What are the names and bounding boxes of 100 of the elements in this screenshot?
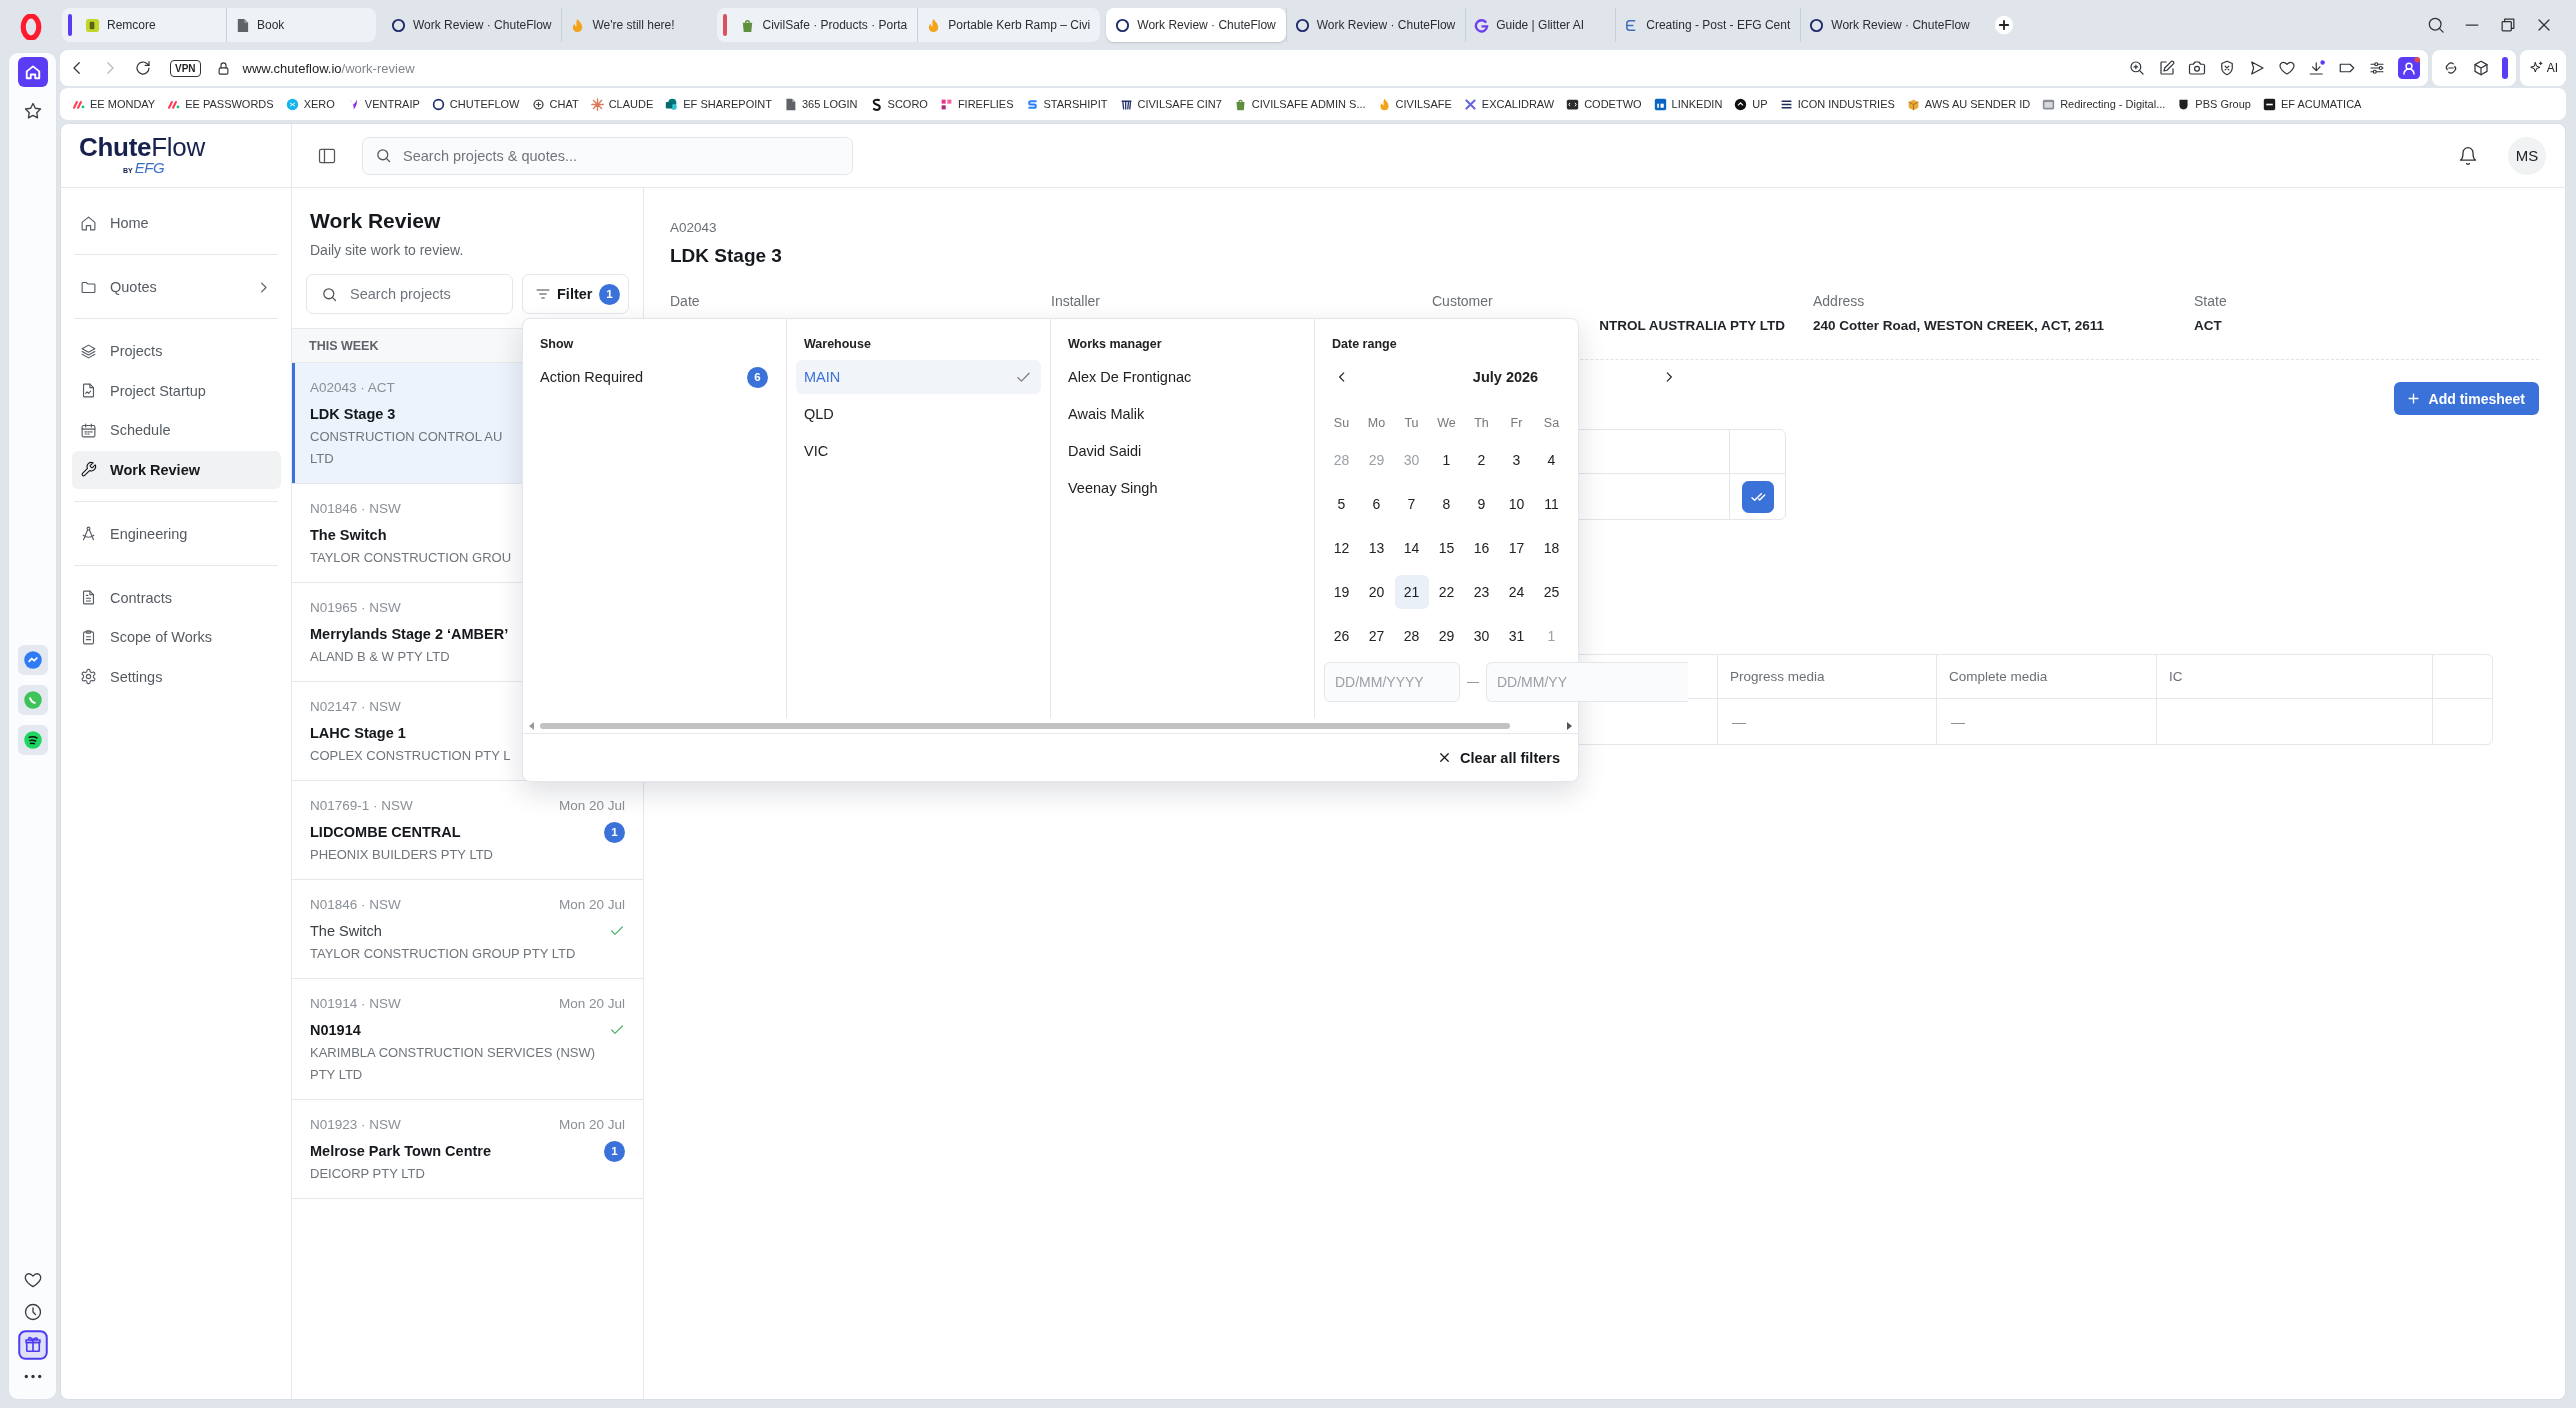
nav-item[interactable]: Schedule <box>72 411 281 449</box>
nav-item[interactable]: Contracts <box>72 578 281 617</box>
nav-item[interactable]: Settings <box>72 657 281 696</box>
bookmark-link[interactable]: EE PASSWORDS <box>167 97 274 111</box>
chat-bubble-icon[interactable] <box>17 645 48 675</box>
browser-tab[interactable]: CivilSafe · Products · Porta <box>731 8 918 42</box>
calendar-day[interactable]: 2 <box>1464 443 1499 477</box>
calendar-day[interactable]: 15 <box>1429 531 1464 565</box>
bookmark-link[interactable]: AWS AU SENDER ID <box>1906 97 2031 111</box>
project-list-item[interactable]: N01846 · NSW Mon 20 Jul The Switch TAYLOR CONSTRUCTION GROUP PTY LTD <box>292 880 643 979</box>
bookmark-link[interactable]: CLAUDE <box>590 97 654 111</box>
filter-button[interactable]: Filter 1 <box>522 274 629 314</box>
date-field[interactable]: DD/MM/YYYY <box>1324 662 1460 702</box>
date-field[interactable]: DD/MM/YY <box>1486 662 1688 702</box>
calendar-day[interactable]: 10 <box>1499 487 1534 521</box>
bookmark-link[interactable]: ICON INDUSTRIES <box>1779 97 1895 111</box>
calendar-day[interactable]: 16 <box>1464 531 1499 565</box>
browser-tab[interactable]: Portable Kerb Ramp – Civi <box>917 8 1101 42</box>
bookmark-link[interactable]: SCORO <box>869 97 928 111</box>
nav-item[interactable]: Projects <box>72 332 281 370</box>
calendar-day[interactable]: 11 <box>1534 487 1569 521</box>
calendar-day[interactable]: 28 <box>1394 619 1429 653</box>
browser-tab[interactable]: Work Review · ChuteFlow <box>1800 8 1980 42</box>
calendar-day[interactable]: 20 <box>1359 575 1394 609</box>
browser-tab[interactable]: Creating - Post - EFG Cent <box>1615 8 1801 42</box>
bookmark-link[interactable]: EXCALIDRAW <box>1463 97 1555 111</box>
filter-option[interactable]: David Saidi <box>1060 434 1305 468</box>
home-icon[interactable] <box>17 57 48 87</box>
bookmark-link[interactable]: LINKEDIN <box>1653 97 1723 111</box>
browser-tab[interactable]: Work Review · ChuteFlow <box>382 8 562 42</box>
filter-option[interactable]: Awais Malik <box>1060 397 1305 431</box>
calendar-day[interactable]: 17 <box>1499 531 1534 565</box>
project-list-item[interactable]: N01914 · NSW Mon 20 Jul N01914 KARIMBLA CONSTRUCTION SERVICES (NSW) PTY LTD <box>292 979 643 1100</box>
calendar-day[interactable]: 26 <box>1324 619 1359 653</box>
calendar-day[interactable]: 30 <box>1464 619 1499 653</box>
bookmark-link[interactable]: CIVILSAFE <box>1377 97 1452 111</box>
zoom-in-icon[interactable] <box>2127 59 2146 77</box>
scroll-left-icon[interactable] <box>529 721 535 730</box>
bookmark-link[interactable]: EF SHAREPOINT <box>665 97 772 111</box>
bookmark-link[interactable]: PBS Group <box>2177 97 2251 111</box>
bookmark-link[interactable]: STARSHIPIT <box>1025 97 1108 111</box>
calendar-day[interactable]: 25 <box>1534 575 1569 609</box>
bookmark-link[interactable]: FIREFLIES <box>939 97 1014 111</box>
browser-tab[interactable]: Remcore <box>76 8 226 42</box>
nav-item[interactable]: Project Startup <box>72 371 281 410</box>
calendar-day[interactable]: 23 <box>1464 575 1499 609</box>
filter-option[interactable]: Veenay Singh <box>1060 471 1305 505</box>
browser-tab[interactable]: We're still here! <box>561 8 712 42</box>
clock-icon[interactable] <box>22 1302 43 1322</box>
calendar-day[interactable]: 4 <box>1534 443 1569 477</box>
calendar-day[interactable]: 22 <box>1429 575 1464 609</box>
bookmark-link[interactable]: 365 LOGIN <box>783 97 858 111</box>
calendar-day[interactable]: 21 <box>1394 575 1429 609</box>
calendar-day[interactable]: 8 <box>1429 487 1464 521</box>
filter-option[interactable]: Alex De Frontignac <box>1060 360 1305 394</box>
bookmark-link[interactable]: EF ACUMATICA <box>2262 97 2362 111</box>
project-list-item[interactable]: N01923 · NSW Mon 20 Jul Melrose Park Town Centre 1 DEICORP PTY LTD <box>292 1100 643 1199</box>
search-field[interactable]: Search projects <box>306 274 513 314</box>
project-list-item[interactable]: N01769-1 · NSW Mon 20 Jul LIDCOMBE CENTRAL 1 PHEONIX BUILDERS PTY LTD <box>292 781 643 880</box>
sliders-icon[interactable] <box>2367 59 2386 77</box>
sound-waves-icon[interactable] <box>17 725 48 755</box>
calendar-day[interactable]: 3 <box>1499 443 1534 477</box>
bookmark-link[interactable]: CODETWO <box>1566 97 1642 111</box>
calendar-day[interactable]: 13 <box>1359 531 1394 565</box>
approve-icon[interactable] <box>1741 480 1774 513</box>
search-field[interactable]: Search projects & quotes... <box>362 136 853 175</box>
calendar-day[interactable]: 31 <box>1499 619 1534 653</box>
calendar-day[interactable]: 7 <box>1394 487 1429 521</box>
bookmark-link[interactable]: CIVILSAFE ADMIN S... <box>1233 97 1366 111</box>
bookmark-link[interactable]: XERO <box>285 97 335 111</box>
filter-option[interactable]: VIC <box>796 434 1041 468</box>
logo-icon[interactable] <box>20 14 42 40</box>
nav-item[interactable]: Scope of Works <box>72 618 281 656</box>
filter-option[interactable]: QLD <box>796 397 1041 431</box>
browser-tab[interactable]: Guide | Glitter AI <box>1465 8 1616 42</box>
edit-icon[interactable] <box>2157 59 2176 77</box>
nav-item[interactable]: Work Review <box>72 450 281 489</box>
address-field[interactable]: www.chuteflow.io/work-review <box>215 60 415 76</box>
calendar-day[interactable]: 18 <box>1534 531 1569 565</box>
heart-icon[interactable] <box>22 1270 43 1290</box>
browser-tab[interactable]: Book <box>226 8 376 42</box>
user-avatar[interactable]: MS <box>2508 136 2546 175</box>
profile-icon[interactable] <box>2397 57 2420 79</box>
nav-item[interactable]: Quotes <box>72 268 281 306</box>
bookmark-link[interactable]: EE MONDAY <box>72 97 156 111</box>
calendar-day[interactable]: 27 <box>1359 619 1394 653</box>
bookmark-link[interactable]: CHAT <box>531 97 579 111</box>
star-icon[interactable] <box>22 101 43 121</box>
clear-filters-button[interactable]: Clear all filters <box>1435 745 1562 770</box>
heart-icon[interactable] <box>2277 59 2296 77</box>
filter-option[interactable]: MAIN <box>796 360 1041 394</box>
add-timesheet-button[interactable]: Add timesheet <box>2393 382 2539 415</box>
calendar-day[interactable]: 1 <box>1429 443 1464 477</box>
calendar-day[interactable]: 12 <box>1324 531 1359 565</box>
calendar-day[interactable]: 24 <box>1499 575 1534 609</box>
bell-icon[interactable] <box>2458 145 2478 166</box>
calendar-day[interactable]: 19 <box>1324 575 1359 609</box>
camera-icon[interactable] <box>2187 59 2206 77</box>
bookmark-link[interactable]: VENTRAIP <box>346 97 420 111</box>
download-icon[interactable] <box>2307 59 2326 77</box>
